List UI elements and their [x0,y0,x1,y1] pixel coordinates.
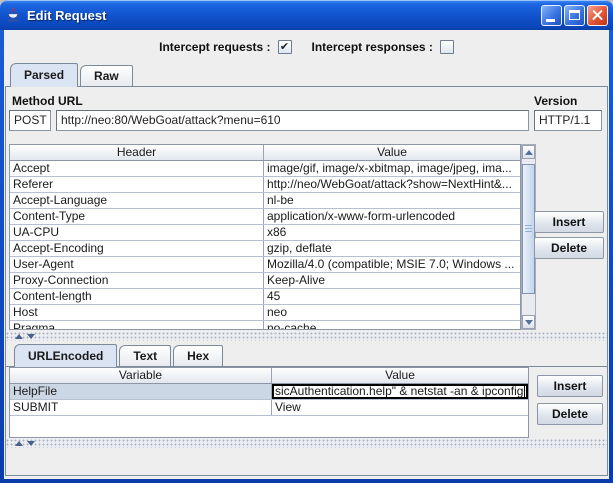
param-variable-cell[interactable]: SUBMIT [10,400,272,415]
table-row[interactable]: UA-CPUx86 [10,225,520,241]
header-value-cell[interactable]: 45 [264,289,520,304]
header-name-cell[interactable]: Content-Type [10,209,264,224]
table-row[interactable]: Content-length45 [10,289,520,305]
splitter-divider[interactable] [6,332,607,341]
scroll-down-icon[interactable] [522,315,535,329]
headers-table-header: Header Value [10,145,520,161]
tab-text[interactable]: Text [119,345,171,366]
header-value-cell[interactable]: no-cache [264,321,520,330]
header-name-cell[interactable]: Content-length [10,289,264,304]
header-name-cell[interactable]: Referer [10,177,264,192]
headers-table: Header Value Acceptimage/gif, image/x-xb… [9,144,521,330]
intercept-responses-label: Intercept responses : [312,40,433,54]
table-row[interactable]: Accept-Languagenl-be [10,193,520,209]
table-row[interactable]: Acceptimage/gif, image/x-xbitmap, image/… [10,161,520,177]
column-header-header[interactable]: Header [10,145,264,160]
table-row[interactable]: Pragmano-cache [10,321,520,330]
scroll-up-icon[interactable] [522,145,535,159]
column-header-value[interactable]: Value [264,145,520,160]
table-row[interactable]: Hostneo [10,305,520,321]
collapse-up-icon[interactable] [15,334,23,339]
intercept-requests-label: Intercept requests : [159,40,270,54]
minimize-button[interactable] [541,5,562,26]
table-row[interactable]: SUBMIT View [10,400,528,416]
cell-editor-input[interactable]: sicAuthentication.help" & netstat -an & … [272,384,528,399]
header-name-cell[interactable]: Pragma [10,321,264,330]
header-value-cell[interactable]: Keep-Alive [264,273,520,288]
header-value-cell[interactable]: http://neo/WebGoat/attack?show=NextHint&… [264,177,520,192]
header-value-cell[interactable]: application/x-www-form-urlencoded [264,209,520,224]
url-label: URL [58,94,83,108]
param-variable-cell[interactable]: HelpFile [10,384,272,399]
header-value-cell[interactable]: gzip, deflate [264,241,520,256]
version-field[interactable]: HTTP/1.1 [534,110,602,131]
param-value-cell[interactable]: View [272,400,528,415]
close-button[interactable] [587,5,608,26]
splitter-divider[interactable] [6,439,607,448]
header-name-cell[interactable]: Accept-Encoding [10,241,264,256]
collapse-down-icon[interactable] [27,334,35,339]
params-table: Variable Value HelpFile sicAuthenticatio… [9,367,529,438]
header-name-cell[interactable]: User-Agent [10,257,264,272]
java-cup-icon [5,7,22,24]
headers-delete-button[interactable]: Delete [534,237,604,259]
tab-raw[interactable]: Raw [80,65,133,86]
table-row[interactable]: Content-Typeapplication/x-www-form-urlen… [10,209,520,225]
table-row[interactable]: Refererhttp://neo/WebGoat/attack?show=Ne… [10,177,520,193]
version-label: Version [534,94,577,108]
param-value-cell[interactable]: sicAuthentication.help" & netstat -an & … [272,384,528,399]
body-tabstrip: URLEncoded Text Hex [6,343,607,367]
method-label: Method [12,94,55,108]
edit-request-window: Edit Request Intercept requests : ✔ Inte… [0,0,613,483]
check-icon: ✔ [280,42,289,53]
header-name-cell[interactable]: Proxy-Connection [10,273,264,288]
column-header-variable[interactable]: Variable [10,368,272,383]
method-field[interactable]: POST [9,110,51,131]
window-title: Edit Request [27,8,541,23]
table-row[interactable]: User-AgentMozilla/4.0 (compatible; MSIE … [10,257,520,273]
header-name-cell[interactable]: Accept [10,161,264,176]
tab-hex[interactable]: Hex [173,345,223,366]
text-caret [524,386,525,398]
table-row[interactable]: HelpFile sicAuthentication.help" & netst… [10,384,528,400]
header-value-cell[interactable]: image/gif, image/x-xbitmap, image/jpeg, … [264,161,520,176]
params-table-header: Variable Value [10,368,528,384]
table-row[interactable]: Accept-Encodinggzip, deflate [10,241,520,257]
table-row[interactable]: Proxy-ConnectionKeep-Alive [10,273,520,289]
header-name-cell[interactable]: UA-CPU [10,225,264,240]
intercept-requests-checkbox[interactable]: ✔ [278,40,292,54]
header-name-cell[interactable]: Host [10,305,264,320]
collapse-up-icon[interactable] [15,441,23,446]
titlebar[interactable]: Edit Request [0,0,613,30]
tab-parsed[interactable]: Parsed [10,63,78,87]
header-value-cell[interactable]: nl-be [264,193,520,208]
header-value-cell[interactable]: neo [264,305,520,320]
window-content: Intercept requests : ✔ Intercept respons… [4,30,609,479]
header-value-cell[interactable]: x86 [264,225,520,240]
column-header-value[interactable]: Value [272,368,528,383]
params-insert-button[interactable]: Insert [537,375,603,397]
intercept-options-row: Intercept requests : ✔ Intercept respons… [4,35,609,59]
main-tabstrip: Parsed Raw [10,63,133,87]
maximize-button[interactable] [564,5,585,26]
header-name-cell[interactable]: Accept-Language [10,193,264,208]
collapse-down-icon[interactable] [27,441,35,446]
tab-urlencoded[interactable]: URLEncoded [14,344,117,367]
headers-insert-button[interactable]: Insert [534,211,604,233]
intercept-responses-checkbox[interactable] [440,40,454,54]
parsed-tab-panel: Method URL Version POST http://neo:80/We… [5,86,608,476]
header-value-cell[interactable]: Mozilla/4.0 (compatible; MSIE 7.0; Windo… [264,257,520,272]
params-delete-button[interactable]: Delete [537,403,603,425]
url-field[interactable]: http://neo:80/WebGoat/attack?menu=610 [56,110,529,131]
